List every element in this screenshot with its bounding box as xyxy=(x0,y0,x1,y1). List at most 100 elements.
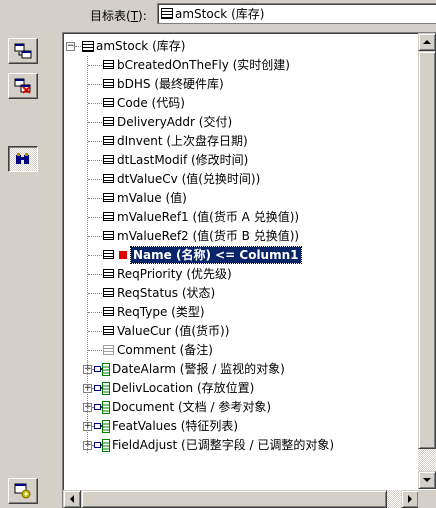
table-delete-icon xyxy=(14,78,31,94)
tree-field-label: ReqType (类型) xyxy=(117,305,205,319)
selected-field-label: Name (名称) <= Column1 xyxy=(130,246,302,264)
tree-connector xyxy=(88,141,102,142)
tree-field-row[interactable]: dInvent (上次盘存日期) xyxy=(63,132,418,151)
tree-field-row[interactable]: + FieldAdjust (已调整字段 / 已调整的对象) xyxy=(63,436,418,455)
field-icon xyxy=(103,79,114,88)
target-table-field[interactable]: amStock (库存) xyxy=(157,3,436,24)
tree-field-row[interactable]: dtValueCv (值(兑换时间)) xyxy=(63,170,418,189)
field-icon xyxy=(103,60,114,69)
binoculars-icon xyxy=(16,153,29,164)
tree-connector xyxy=(88,103,102,104)
tree-connector xyxy=(88,350,102,351)
delete-table-button[interactable] xyxy=(8,73,38,99)
target-label-accelerator: T xyxy=(130,9,139,23)
tree-field-row[interactable]: Code (代码) xyxy=(63,94,418,113)
tree-root-row[interactable]: − amStock (库存) xyxy=(63,37,418,56)
tree-field-row[interactable]: mValue (值) xyxy=(63,189,418,208)
link-table-icon xyxy=(94,439,110,452)
tree-field-row[interactable]: bDHS (最终硬件库) xyxy=(63,75,418,94)
link-table-icon xyxy=(94,420,110,433)
tree-connector xyxy=(88,293,102,294)
field-icon xyxy=(103,269,114,278)
tree-connector xyxy=(88,217,102,218)
table-copy-icon xyxy=(14,43,32,59)
table-icon xyxy=(161,8,173,19)
target-table-value: amStock (库存) xyxy=(175,7,265,21)
tree-field-row[interactable]: Name (名称) <= Column1 xyxy=(63,246,418,265)
link-table-icon xyxy=(94,363,110,376)
field-icon xyxy=(103,307,114,316)
table-fields-tree[interactable]: − amStock (库存) bCreatedOnTheFly (实时创建) bD… xyxy=(62,32,436,508)
tree-field-row[interactable]: ReqType (类型) xyxy=(63,303,418,322)
tree-field-row[interactable]: + Document (文档 / 参考对象) xyxy=(63,398,418,417)
target-label-text: 目标表( xyxy=(90,9,131,23)
tree-field-label: dInvent (上次盘存日期) xyxy=(117,134,248,148)
target-label-suffix: ): xyxy=(138,9,147,23)
target-table-bar: 目标表(T): amStock (库存) xyxy=(0,0,436,30)
tree-field-label: dtLastModif (修改时间) xyxy=(117,153,249,167)
arrow-up-icon xyxy=(423,40,431,44)
tree-field-label: dtValueCv (值(兑换时间)) xyxy=(117,172,261,186)
arrow-down-icon xyxy=(423,478,431,482)
tree-field-row[interactable]: dtLastModif (修改时间) xyxy=(63,151,418,170)
tree-field-row[interactable]: ReqPriority (优先级) xyxy=(63,265,418,284)
field-icon xyxy=(103,326,114,335)
tree-field-row[interactable]: + DelivLocation (存放位置) xyxy=(63,379,418,398)
tree-connector xyxy=(88,160,102,161)
tree-field-label: mValueRef1 (值(货币 A 兑换值)) xyxy=(117,210,300,224)
arrow-right-icon xyxy=(408,495,412,503)
tree-field-row[interactable]: bCreatedOnTheFly (实时创建) xyxy=(63,56,418,75)
field-icon xyxy=(103,155,114,164)
tree-field-label: DeliveryAddr (交付) xyxy=(117,115,233,129)
tree-field-label: Comment (备注) xyxy=(117,343,213,357)
tree-field-row[interactable]: Comment (备注) xyxy=(63,341,418,360)
tree-field-row[interactable]: + DateAlarm (警报 / 监视的对象) xyxy=(63,360,418,379)
horizontal-scroll-thumb[interactable] xyxy=(81,490,387,508)
copy-table-button[interactable] xyxy=(8,38,38,64)
tree-connector xyxy=(88,274,102,275)
vertical-scrollbar[interactable] xyxy=(418,33,436,489)
tree-field-row[interactable]: ValueCur (值(货币)) xyxy=(63,322,418,341)
tree-connector xyxy=(88,312,102,313)
field-icon xyxy=(103,250,114,259)
comment-field-icon xyxy=(103,345,114,355)
tree-connector xyxy=(88,179,102,180)
tree-connector xyxy=(88,198,102,199)
scroll-up-button[interactable] xyxy=(418,33,436,51)
table-settings-button[interactable] xyxy=(8,478,38,504)
tree-field-label: bDHS (最终硬件库) xyxy=(117,77,224,91)
tree-field-label: FeatValues (特征列表) xyxy=(112,419,239,433)
tree-field-row[interactable]: mValueRef1 (值(货币 A 兑换值)) xyxy=(63,208,418,227)
mapped-marker-icon xyxy=(119,251,127,259)
field-icon xyxy=(103,212,114,221)
scroll-right-button[interactable] xyxy=(401,490,419,508)
vertical-scroll-thumb[interactable] xyxy=(418,51,436,449)
tree-field-row[interactable]: ReqStatus (状态) xyxy=(63,284,418,303)
horizontal-scrollbar[interactable] xyxy=(63,490,419,508)
tree-field-label: ValueCur (值(货币)) xyxy=(117,324,230,338)
find-button[interactable] xyxy=(8,146,38,172)
collapse-icon[interactable]: − xyxy=(66,42,75,51)
scroll-left-button[interactable] xyxy=(63,490,81,508)
tree-field-row[interactable]: + FeatValues (特征列表) xyxy=(63,417,418,436)
tree-field-label: FieldAdjust (已调整字段 / 已调整的对象) xyxy=(112,438,335,452)
field-icon xyxy=(103,231,114,240)
table-gear-icon xyxy=(14,483,31,499)
link-table-icon xyxy=(94,401,110,414)
table-icon xyxy=(82,41,94,52)
tree-field-label: bCreatedOnTheFly (实时创建) xyxy=(117,58,290,72)
tree-field-label: Document (文档 / 参考对象) xyxy=(112,400,272,414)
tree-field-label: mValue (值) xyxy=(117,191,187,205)
tree-field-row[interactable]: DeliveryAddr (交付) xyxy=(63,113,418,132)
link-table-icon xyxy=(94,382,110,395)
scroll-down-button[interactable] xyxy=(418,471,436,489)
tree-connector xyxy=(88,122,102,123)
tree-field-row[interactable]: mValueRef2 (值(货币 B 兑换值)) xyxy=(63,227,418,246)
tree-connector xyxy=(88,65,102,66)
scrollbar-corner xyxy=(418,490,436,508)
field-icon xyxy=(103,174,114,183)
tree-field-label: ReqStatus (状态) xyxy=(117,286,216,300)
field-icon xyxy=(103,193,114,202)
arrow-left-icon xyxy=(70,495,74,503)
field-icon xyxy=(103,117,114,126)
